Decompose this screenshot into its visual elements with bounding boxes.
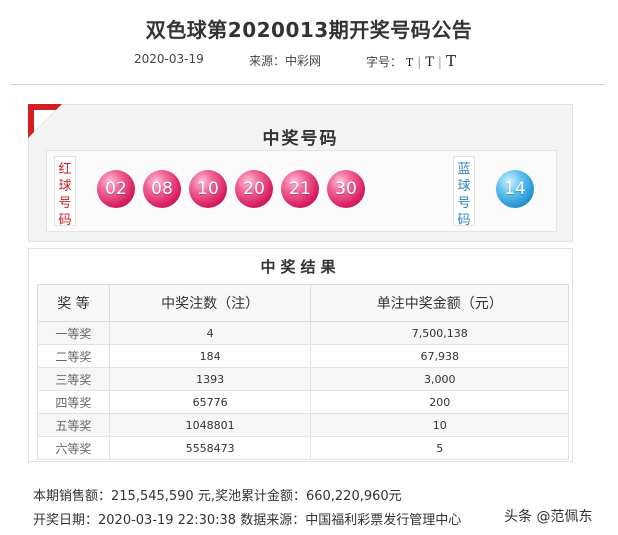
blue-ball-label: 蓝球号码 [453,156,475,228]
results-title: 中奖结果 [260,258,341,276]
page-title: 双色球第2020013期开奖号码公告 [145,18,473,42]
font-size-separator: | [417,55,422,69]
column-header-amount: 单注中奖金额（元） [310,284,569,322]
prize-grade: 一等奖 [37,321,110,345]
prize-grade: 二等奖 [37,344,110,368]
draw-info: 开奖日期：2020-03-19 22:30:38 数据来源：中国福利彩票发行管理… [33,513,462,528]
winning-numbers-title: 中奖号码 [262,129,339,149]
blue-ball: 14 [496,170,534,208]
font-size-medium-button[interactable]: T [425,55,434,70]
table-row: 五等奖 1048801 10 [37,413,569,437]
winner-count: 1393 [108,367,312,391]
winner-count: 4 [108,321,312,345]
sales-summary: 本期销售额：215,545,590 元,奖池累计金额：660,220,960元 [33,489,402,504]
prize-grade: 六等奖 [37,436,110,460]
column-header-grade: 奖 等 [37,284,110,322]
winner-count: 184 [108,344,312,368]
watermark: 头条 @范佩东 [504,509,593,525]
source-label: 来源：中彩网 [249,54,322,68]
table-row: 六等奖 5558473 5 [37,436,569,460]
red-ball: 02 [97,170,135,208]
prize-grade: 五等奖 [37,413,110,437]
prize-amount: 200 [310,390,569,414]
table-row: 一等奖 4 7,500,138 [37,321,569,345]
prize-amount: 67,938 [310,344,569,368]
prize-grade: 四等奖 [37,390,110,414]
font-size-large-button[interactable]: T [446,52,456,70]
red-ball: 20 [235,170,273,208]
red-ball: 21 [281,170,319,208]
red-ball: 10 [189,170,227,208]
table-row: 二等奖 184 67,938 [37,344,569,368]
prize-table: 奖 等 中奖注数（注） 单注中奖金额（元） 一等奖 4 7,500,138 二等… [37,284,569,460]
winner-count: 65776 [108,390,312,414]
font-size-label: 字号： [366,55,403,69]
prize-amount: 5 [310,436,569,460]
winner-count: 5558473 [108,436,312,460]
header-divider [10,84,604,85]
winner-count: 1048801 [108,413,312,437]
prize-amount: 10 [310,413,569,437]
table-row: 三等奖 1393 3,000 [37,367,569,391]
font-size-selector: 字号： T | T | T [366,52,456,70]
column-header-count: 中奖注数（注） [108,284,312,322]
publish-date: 2020-03-19 [134,52,204,66]
font-size-separator: | [437,55,442,69]
red-ball-label: 红球号码 [54,156,76,228]
table-row: 四等奖 65776 200 [37,390,569,414]
red-ball: 30 [327,170,365,208]
table-header-row: 奖 等 中奖注数（注） 单注中奖金额（元） [37,284,569,322]
prize-amount: 7,500,138 [310,321,569,345]
red-ball: 08 [143,170,181,208]
prize-amount: 3,000 [310,367,569,391]
prize-grade: 三等奖 [37,367,110,391]
font-size-small-button[interactable]: T [406,56,413,69]
